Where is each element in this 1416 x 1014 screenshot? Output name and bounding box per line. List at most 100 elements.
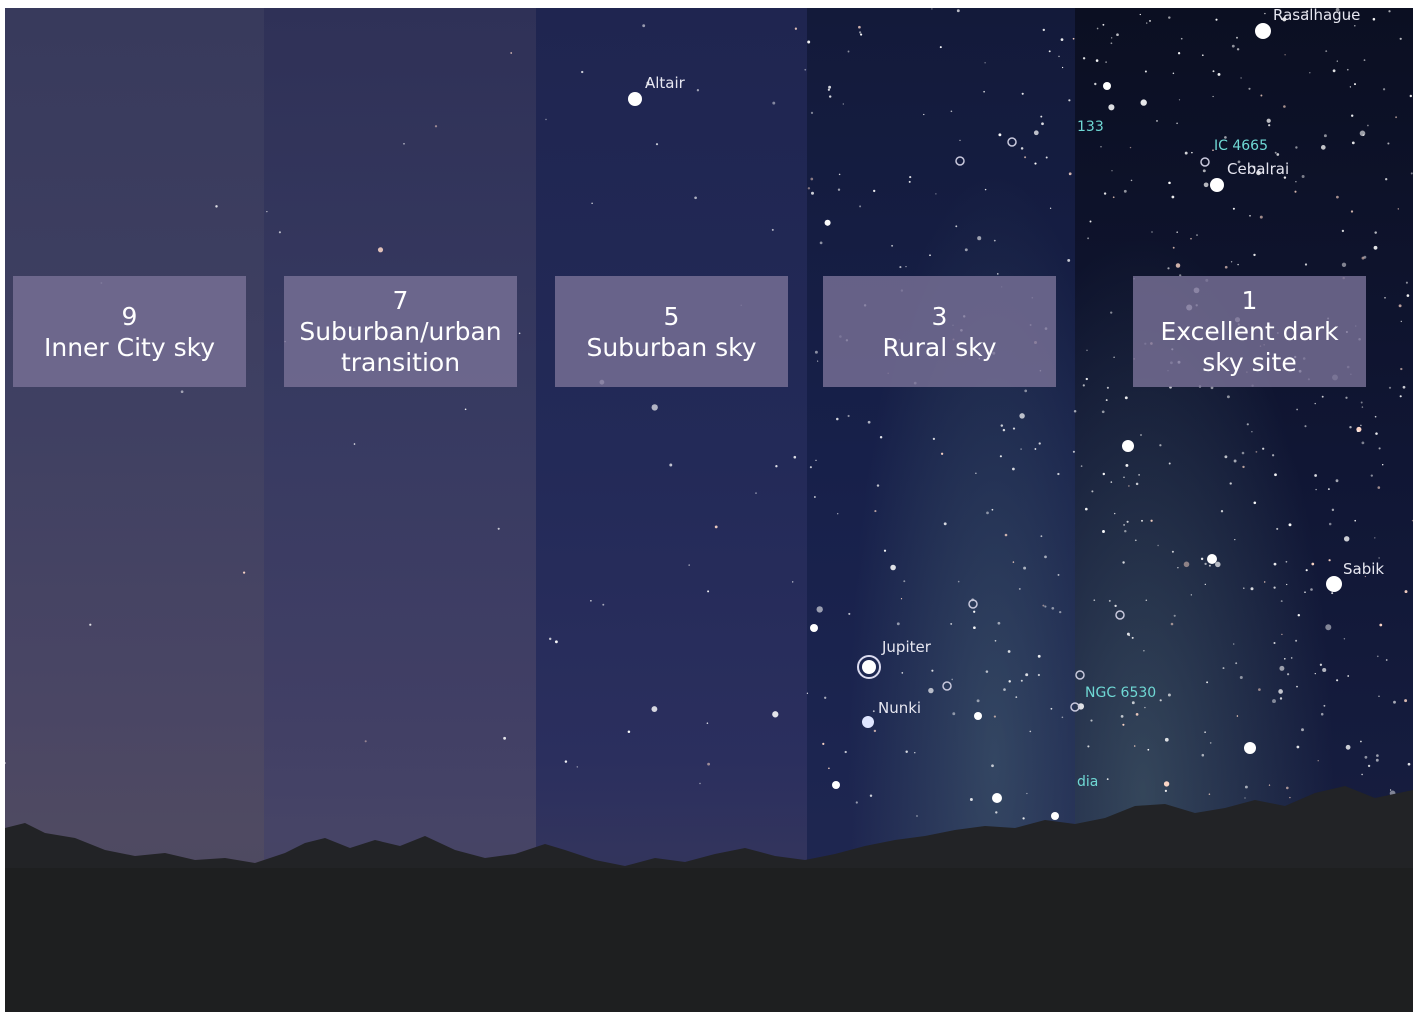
star <box>1072 37 1075 40</box>
star <box>1235 662 1238 665</box>
bortle-label-5: 5 Suburban sky <box>555 276 788 387</box>
star <box>842 103 844 105</box>
star <box>1201 753 1205 757</box>
star <box>828 85 832 89</box>
star <box>1351 141 1355 145</box>
star <box>1266 118 1271 123</box>
star <box>810 111 814 115</box>
star <box>1379 623 1383 627</box>
star <box>1226 395 1230 399</box>
star <box>1111 170 1113 172</box>
star <box>1309 72 1311 74</box>
deep-sky-markers <box>942 137 1210 712</box>
star <box>464 408 467 411</box>
star <box>1068 172 1072 176</box>
star <box>1243 587 1245 589</box>
star <box>956 9 960 13</box>
star <box>883 549 887 552</box>
star <box>651 404 658 411</box>
star <box>809 466 812 469</box>
star <box>1060 38 1064 41</box>
star <box>1178 99 1181 101</box>
star <box>858 25 861 29</box>
star <box>1325 50 1328 53</box>
star <box>952 712 956 716</box>
star <box>1020 147 1024 150</box>
star <box>699 782 701 785</box>
star <box>377 247 384 253</box>
star <box>1250 587 1254 591</box>
star <box>859 205 862 208</box>
bortle-description: Rural sky <box>882 332 997 362</box>
star-altair <box>628 92 642 106</box>
star <box>957 580 960 583</box>
star <box>1106 778 1109 781</box>
star <box>1231 44 1235 48</box>
star <box>403 142 405 145</box>
star <box>1253 253 1256 257</box>
star <box>873 729 877 733</box>
star <box>1271 454 1275 457</box>
star <box>984 188 987 191</box>
star <box>1296 685 1298 688</box>
star <box>548 637 552 641</box>
star <box>1128 634 1130 637</box>
star <box>1086 349 1088 352</box>
star <box>955 225 958 228</box>
star <box>973 626 976 630</box>
star <box>497 527 500 530</box>
star <box>1239 676 1243 679</box>
star <box>874 510 877 513</box>
star <box>1405 281 1408 284</box>
bortle-description-cont: transition <box>340 348 461 377</box>
star <box>827 88 831 91</box>
star <box>1224 455 1228 459</box>
star-rasalhague <box>1255 23 1271 39</box>
star <box>1167 267 1170 270</box>
star <box>1328 559 1331 562</box>
star <box>1404 699 1408 703</box>
star <box>772 101 776 105</box>
star <box>1038 442 1041 445</box>
star <box>775 465 778 468</box>
star <box>872 710 875 713</box>
star <box>1315 488 1317 491</box>
star <box>1349 425 1352 429</box>
bortle-number: 7 <box>392 286 409 315</box>
star <box>1341 262 1347 267</box>
bortle-label-3: 3 Rural sky <box>823 276 1056 387</box>
star-bright-d <box>1103 82 1111 90</box>
star <box>860 33 863 36</box>
star <box>867 420 871 424</box>
star <box>1327 488 1330 491</box>
star <box>1024 156 1027 159</box>
star <box>969 798 973 801</box>
star <box>1093 599 1096 602</box>
star <box>1206 681 1209 684</box>
star <box>1068 99 1071 102</box>
label-altair: Altair <box>645 74 685 92</box>
label-ic-4665: IC 4665 <box>1214 138 1268 154</box>
star <box>1289 796 1291 799</box>
star <box>807 187 811 190</box>
star <box>1319 663 1323 666</box>
star <box>828 767 830 770</box>
star <box>923 113 925 116</box>
star <box>973 610 976 613</box>
star <box>909 176 912 179</box>
star <box>859 31 862 34</box>
star <box>1399 395 1402 398</box>
star <box>1180 37 1183 40</box>
bortle-number: 3 <box>931 301 948 331</box>
star <box>1241 451 1245 455</box>
star <box>1029 730 1032 733</box>
star <box>901 672 904 674</box>
star <box>1138 474 1140 476</box>
star-cebalrai <box>1210 178 1224 192</box>
star <box>1259 215 1263 219</box>
star-sabik <box>1326 576 1342 592</box>
star <box>975 472 977 474</box>
label-rasalhague: Rasalhague <box>1273 8 1361 24</box>
star <box>1341 229 1345 233</box>
star <box>1057 472 1060 476</box>
